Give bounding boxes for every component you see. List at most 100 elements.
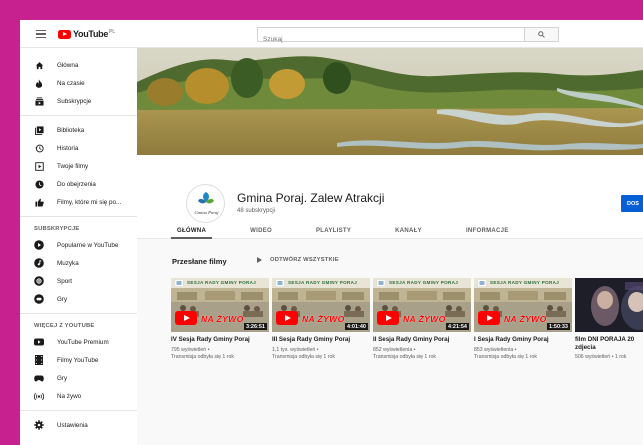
channel-tabs: GŁÓWNA WIDEO PLAYLISTY KANAŁY INFORMACJE (171, 228, 553, 239)
subscriber-count: 48 subskrypcji (237, 208, 276, 214)
video-thumbnail[interactable] (575, 278, 643, 332)
gaming-icon (34, 294, 44, 304)
sidebar-item-label: Ustawienia (57, 421, 88, 429)
fire-icon (34, 78, 44, 88)
watch-later-icon (34, 179, 44, 189)
like-icon (34, 197, 44, 207)
tab-videos[interactable]: WIDEO (250, 228, 272, 239)
sidebar-item-home[interactable]: Główna (20, 56, 137, 74)
sidebar-item-label: Gry (57, 295, 68, 303)
video-views: 853 wyświetlenia • (474, 346, 517, 353)
sidebar-item-watch-later[interactable]: Do obejrzenia (20, 175, 137, 193)
sidebar-item-library[interactable]: Biblioteka (20, 121, 137, 139)
video-card[interactable]: SESJA RADY GMINY PORAJ NA ŻYWO 3:26:51 I… (171, 278, 269, 362)
sidebar-item-youtube-movies[interactable]: Filmy YouTube (20, 351, 137, 369)
video-card[interactable]: SESJA RADY GMINY PORAJ NA ŻYWO 1:50:33 I… (474, 278, 572, 362)
subscribe-button[interactable]: DOS (621, 195, 643, 212)
video-duration: 4:21:54 (446, 323, 469, 330)
play-all-label: ODTWÓRZ WSZYSTKIE (270, 257, 339, 263)
music-icon (34, 258, 44, 268)
live-badge: NA ŻYWO (403, 314, 446, 324)
video-thumbnail[interactable]: SESJA RADY GMINY PORAJ NA ŻYWO 4:01:40 (272, 278, 370, 332)
menu-icon[interactable] (36, 30, 46, 39)
video-title[interactable]: I Sesja Rady Gminy Poraj (474, 336, 572, 344)
video-card[interactable]: SESJA RADY GMINY PORAJ NA ŻYWO 4:01:40 I… (272, 278, 370, 362)
tab-about[interactable]: INFORMACJE (466, 228, 509, 239)
live-icon (34, 391, 44, 401)
logo-country-code: PL (109, 28, 116, 35)
library-icon (34, 125, 44, 135)
video-duration: 3:26:51 (244, 323, 267, 330)
video-title[interactable]: IV Sesja Rady Gminy Poraj (171, 336, 269, 344)
video-card[interactable]: SESJA RADY GMINY PORAJ NA ŻYWO 4:21:54 I… (373, 278, 471, 362)
sidebar-item-settings[interactable]: Ustawienia (20, 416, 137, 434)
search-button[interactable] (525, 27, 559, 42)
sidebar-item-your-videos[interactable]: Twoje filmy (20, 157, 137, 175)
video-thumbnail[interactable]: SESJA RADY GMINY PORAJ NA ŻYWO 4:21:54 (373, 278, 471, 332)
sidebar-item-subscriptions[interactable]: Subskrypcje (20, 92, 137, 110)
sidebar-item-sport[interactable]: Sport (20, 272, 137, 290)
sidebar-item-youtube-gaming[interactable]: Gry (20, 369, 137, 387)
search-box (257, 27, 525, 46)
sidebar-item-label: Gry (57, 374, 68, 382)
sidebar-item-history[interactable]: Historia (20, 139, 137, 157)
sidebar-item-live[interactable]: Na żywo (20, 387, 137, 405)
sidebar-item-youtube-premium[interactable]: YouTube Premium (20, 333, 137, 351)
video-stream-date: Transmisja odbyła się 1 rok (373, 354, 436, 360)
sidebar-item-gaming[interactable]: Gry (20, 290, 137, 308)
tab-home[interactable]: GŁÓWNA (171, 228, 213, 239)
sidebar-item-label: Subskrypcje (57, 97, 92, 105)
tab-channels[interactable]: KANAŁY (395, 228, 422, 239)
video-views: 795 wyświetleń • (171, 346, 210, 353)
history-icon (34, 143, 44, 153)
play-icon (257, 257, 262, 263)
sidebar-item-label: Filmy, które mi się po... (57, 198, 122, 206)
search-input[interactable] (258, 33, 524, 46)
thumbnail-header: SESJA RADY GMINY PORAJ (288, 280, 358, 285)
premium-icon (34, 337, 44, 347)
video-thumbnail-art (575, 278, 643, 332)
subscriptions-heading: SUBSKRYPCJE (34, 226, 80, 232)
channel-banner (137, 48, 643, 155)
sidebar-item-label: Twoje filmy (57, 162, 89, 170)
sidebar-item-label: YouTube Premium (57, 338, 109, 346)
tab-playlists[interactable]: PLAYLISTY (316, 228, 351, 239)
video-thumbnail[interactable]: SESJA RADY GMINY PORAJ NA ŻYWO 1:50:33 (474, 278, 572, 332)
sidebar-item-label: Na żywo (57, 392, 82, 400)
sidebar-divider (20, 115, 137, 116)
sidebar-item-popular[interactable]: Popularne w YouTube (20, 236, 137, 254)
sidebar-item-music[interactable]: Muzyka (20, 254, 137, 272)
sidebar-item-liked-videos[interactable]: Filmy, które mi się po... (20, 193, 137, 211)
youtube-logo[interactable]: YouTube PL (58, 29, 115, 39)
video-title[interactable]: II Sesja Rady Gminy Poraj (373, 336, 471, 344)
sidebar-item-label: Główna (57, 61, 79, 69)
sidebar-item-label: Popularne w YouTube (57, 241, 119, 249)
video-title[interactable]: III Sesja Rady Gminy Poraj (272, 336, 370, 344)
sidebar-item-label: Filmy YouTube (57, 356, 99, 364)
live-badge: NA ŻYWO (504, 314, 547, 324)
sidebar-divider (20, 313, 137, 314)
channel-avatar[interactable]: Gmina Poraj (186, 184, 225, 223)
video-stream-date: Transmisja odbyła się 1 rok (272, 354, 335, 360)
play-button-icon (478, 311, 500, 325)
uploads-heading[interactable]: Przesłane filmy (172, 257, 227, 266)
popular-icon (34, 240, 44, 250)
play-button-icon (175, 311, 197, 325)
sidebar-item-label: Do obejrzenia (57, 180, 96, 188)
avatar-text: Gmina Poraj (194, 210, 219, 215)
video-title-line2[interactable]: zdjecia (575, 344, 643, 352)
video-views: 852 wyświetlenia • (373, 346, 416, 353)
youtube-play-icon (58, 29, 71, 39)
video-thumbnail[interactable]: SESJA RADY GMINY PORAJ NA ŻYWO 3:26:51 (171, 278, 269, 332)
sidebar-item-trending[interactable]: Na czasie (20, 74, 137, 92)
sidebar-item-label: Muzyka (57, 259, 79, 267)
live-badge: NA ŻYWO (201, 314, 244, 324)
thumbnail-header: SESJA RADY GMINY PORAJ (187, 280, 257, 285)
play-all-button[interactable]: ODTWÓRZ WSZYSTKIE (257, 257, 339, 263)
main-content: Gmina Poraj Gmina Poraj. Zalew Atrakcji … (137, 48, 643, 445)
video-card[interactable]: film DNI PORAJA 20 zdjecia 506 wyświetleń … (575, 278, 643, 362)
movies-icon (34, 355, 44, 365)
sidebar-item-label: Biblioteka (57, 126, 85, 134)
video-title[interactable]: film DNI PORAJA 20 (575, 336, 643, 344)
live-badge: NA ŻYWO (302, 314, 345, 324)
